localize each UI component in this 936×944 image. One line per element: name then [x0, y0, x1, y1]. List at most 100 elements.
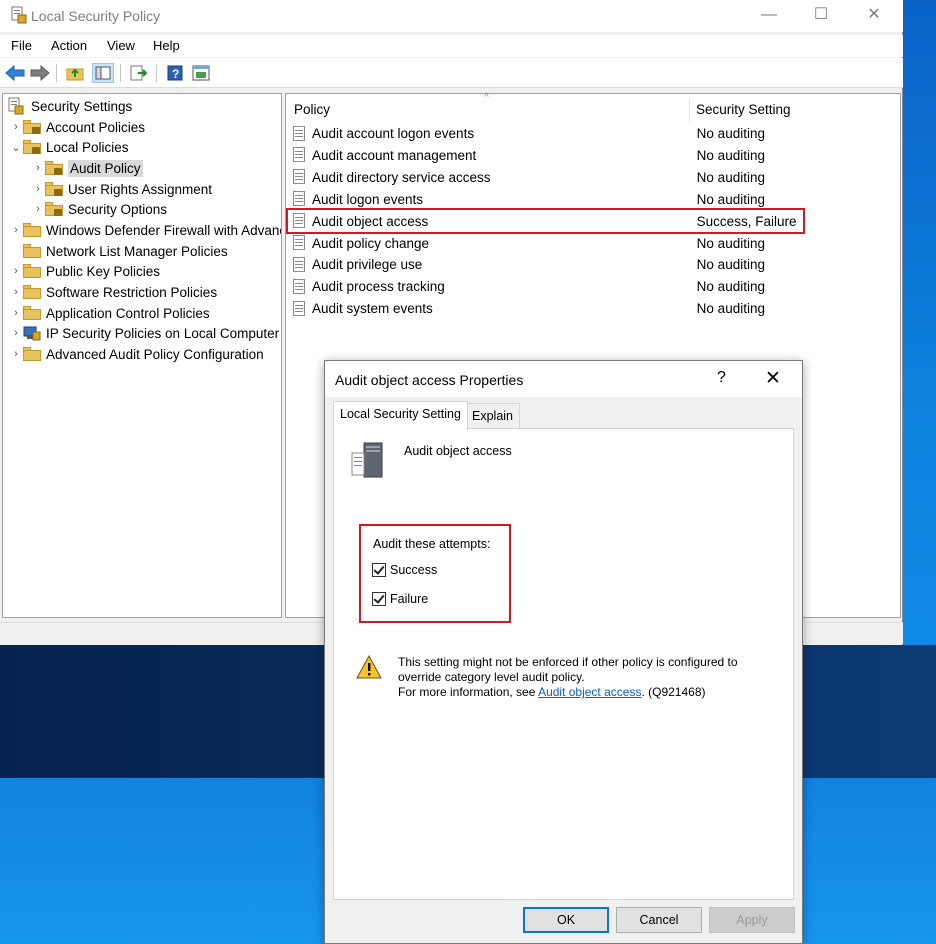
security-setting-cell: No auditing	[696, 279, 765, 295]
menu-action[interactable]: Action	[51, 38, 87, 53]
window-title: Local Security Policy	[31, 8, 161, 24]
locked-folder-icon	[45, 161, 63, 175]
table-row[interactable]: Audit logon events No auditing	[292, 189, 896, 210]
tree-node-windows-defender-firewall[interactable]: › Windows Defender Firewall with Advance…	[9, 220, 281, 240]
warning-text: This setting might not be enforced if ot…	[398, 655, 738, 699]
success-label: Success	[390, 563, 438, 577]
security-setting-cell: No auditing	[696, 301, 765, 317]
policy-name-cell: Audit process tracking	[311, 279, 445, 295]
svg-text:?: ?	[172, 67, 179, 81]
table-row[interactable]: Audit account management No auditing	[292, 145, 896, 166]
highlight-box-audit-object-access	[286, 208, 805, 234]
table-row[interactable]: Audit account logon events No auditing	[292, 123, 896, 144]
table-row[interactable]: Audit system events No auditing	[292, 298, 896, 319]
tree-node-software-restriction[interactable]: › Software Restriction Policies	[9, 282, 217, 302]
tab-panel-local-security-setting: Audit object access Audit these attempts…	[333, 428, 794, 900]
show-hide-console-tree-icon[interactable]	[92, 63, 114, 83]
settings-root-icon	[8, 97, 24, 115]
folder-icon	[23, 285, 41, 299]
menu-help[interactable]: Help	[153, 38, 180, 53]
policy-name-label: Audit object access	[404, 444, 512, 458]
column-header-policy[interactable]: Policy	[294, 102, 330, 117]
properties-view-icon[interactable]	[190, 63, 212, 83]
table-row[interactable]: Audit directory service access No auditin…	[292, 167, 896, 188]
audit-object-access-help-link[interactable]: Audit object access	[538, 685, 641, 699]
tree-node-ip-security[interactable]: › IP Security Policies on Local Computer	[9, 323, 279, 343]
table-row[interactable]: Audit process tracking No auditing	[292, 276, 896, 297]
server-icon	[351, 442, 383, 478]
warning-icon	[356, 655, 382, 679]
tab-explain[interactable]: Explain	[465, 403, 520, 429]
policy-name-cell: Audit privilege use	[311, 257, 423, 273]
forward-arrow-icon[interactable]	[29, 63, 51, 83]
policy-name-cell: Audit logon events	[311, 191, 424, 207]
menu-file[interactable]: File	[11, 38, 32, 53]
policy-item-icon	[292, 191, 308, 207]
export-list-icon[interactable]	[128, 63, 150, 83]
dialog-titlebar[interactable]: Audit object access Properties ? ✕	[325, 361, 802, 397]
policy-name-cell: Audit account logon events	[311, 126, 475, 141]
back-arrow-icon[interactable]	[4, 63, 26, 83]
chevron-right-icon[interactable]: ›	[9, 327, 23, 339]
security-setting-cell: No auditing	[696, 257, 765, 273]
window-titlebar[interactable]: Local Security Policy — ☐ ✕	[0, 0, 903, 32]
tree-node-advanced-audit-policy[interactable]: › Advanced Audit Policy Configuration	[9, 344, 263, 364]
policy-item-icon	[292, 278, 308, 295]
tree-node-public-key-policies[interactable]: › Public Key Policies	[9, 261, 160, 281]
chevron-right-icon[interactable]: ›	[31, 203, 45, 215]
failure-label: Failure	[390, 592, 429, 606]
tree-node-network-list-manager[interactable]: Network List Manager Policies	[9, 241, 228, 261]
chevron-right-icon[interactable]: ›	[31, 162, 45, 174]
security-setting-cell: No auditing	[696, 169, 765, 185]
tree-node-security-settings[interactable]: Security Settings	[7, 96, 132, 116]
tree-node-security-options[interactable]: › Security Options	[31, 199, 167, 219]
success-checkbox-row[interactable]: Success	[372, 563, 437, 577]
chevron-right-icon[interactable]: ›	[9, 265, 23, 277]
locked-folder-icon	[23, 120, 41, 134]
security-policy-app-icon	[11, 6, 27, 24]
help-icon[interactable]: ?	[164, 63, 186, 83]
success-checkbox[interactable]	[372, 563, 386, 577]
close-button[interactable]: ✕	[857, 4, 891, 26]
security-setting-cell: No auditing	[696, 235, 765, 251]
chevron-right-icon[interactable]: ›	[31, 183, 45, 195]
chevron-right-icon[interactable]: ›	[9, 286, 23, 298]
ok-button[interactable]: OK	[523, 907, 609, 933]
console-tree-pane[interactable]: Security Settings › Account Policies ⌄ L…	[2, 93, 282, 618]
dialog-help-button[interactable]: ?	[717, 369, 726, 387]
chevron-right-icon[interactable]: ›	[9, 224, 23, 236]
policy-item-icon	[292, 169, 308, 185]
table-row[interactable]: Audit privilege use No auditing	[292, 254, 896, 275]
cancel-button[interactable]: Cancel	[616, 907, 702, 933]
column-header-security-setting[interactable]: Security Setting	[696, 102, 791, 117]
policy-name-cell: Audit directory service access	[311, 169, 491, 185]
tree-node-user-rights-assignment[interactable]: › User Rights Assignment	[31, 179, 212, 199]
policy-item-icon	[292, 147, 308, 163]
ip-security-icon	[23, 326, 41, 341]
menu-view[interactable]: View	[107, 38, 135, 53]
chevron-right-icon[interactable]: ›	[9, 307, 23, 319]
chevron-right-icon[interactable]: ›	[9, 348, 23, 360]
minimize-button[interactable]: —	[752, 4, 786, 26]
folder-icon	[23, 264, 41, 278]
tab-local-security-setting[interactable]: Local Security Setting	[333, 401, 468, 430]
policy-name-cell: Audit system events	[311, 301, 433, 317]
failure-checkbox[interactable]	[372, 592, 386, 606]
chevron-down-icon[interactable]: ⌄	[9, 141, 23, 154]
maximize-button[interactable]: ☐	[804, 4, 838, 26]
dialog-title: Audit object access Properties	[335, 372, 524, 388]
chevron-right-icon[interactable]: ›	[9, 121, 23, 133]
locked-folder-icon	[45, 182, 63, 196]
tree-node-local-policies[interactable]: ⌄ Local Policies	[9, 137, 128, 157]
up-folder-icon[interactable]	[64, 63, 86, 83]
apply-button[interactable]: Apply	[709, 907, 795, 933]
dialog-close-button[interactable]: ✕	[765, 367, 781, 390]
toolbar: ?	[0, 58, 903, 88]
failure-checkbox-row[interactable]: Failure	[372, 592, 428, 606]
tree-node-application-control[interactable]: › Application Control Policies	[9, 303, 209, 323]
security-setting-cell: No auditing	[696, 126, 765, 141]
tree-node-account-policies[interactable]: › Account Policies	[9, 117, 145, 137]
folder-icon	[23, 244, 41, 258]
tree-node-audit-policy[interactable]: › Audit Policy	[31, 158, 143, 178]
table-row[interactable]: Audit policy change No auditing	[292, 233, 896, 254]
